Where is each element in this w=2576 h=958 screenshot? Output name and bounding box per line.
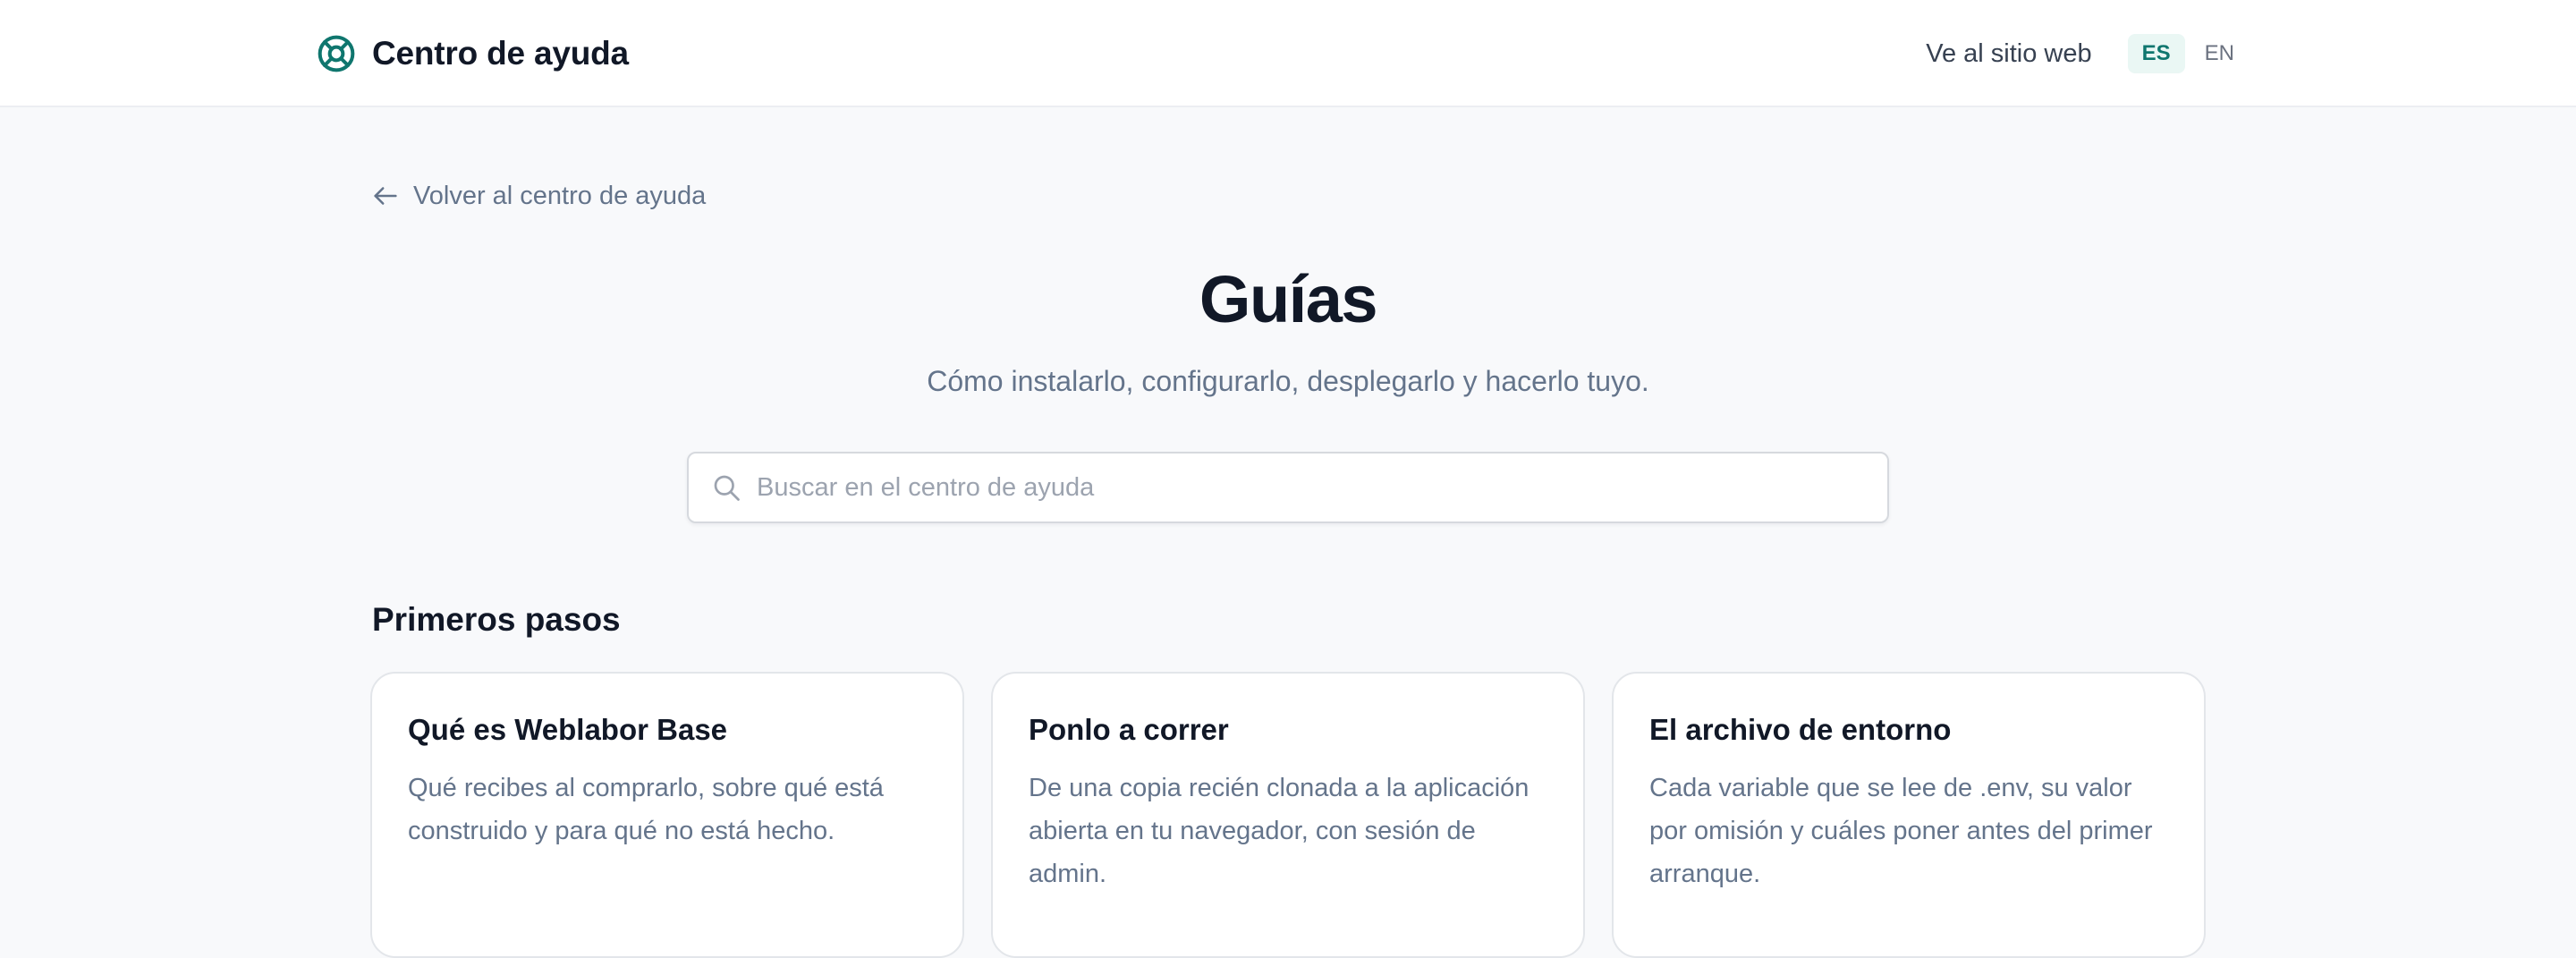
back-link-label: Volver al centro de ayuda (413, 181, 707, 210)
language-en-button[interactable]: EN (2190, 34, 2249, 73)
page-title: Guías (1199, 262, 1378, 336)
brand-title: Centro de ayuda (372, 35, 629, 72)
card-description: Qué recibes al comprarlo, sobre qué está… (408, 774, 884, 845)
search-icon (710, 471, 742, 504)
guide-card-env-file[interactable]: El archivo de entorno Cada variable que … (1612, 672, 2206, 958)
guide-card-get-running[interactable]: Ponlo a correr De una copia recién clona… (991, 672, 1585, 958)
guide-card-what-is[interactable]: Qué es Weblabor Base Qué recibes al comp… (370, 672, 964, 958)
search-box (687, 452, 1889, 523)
search-input[interactable] (757, 454, 1887, 521)
page-subtitle: Cómo instalarlo, configurarlo, desplegar… (927, 365, 1649, 397)
card-title: El archivo de entorno (1649, 713, 1952, 746)
top-header: Centro de ayuda Ve al sitio web ES EN (0, 0, 2576, 107)
card-description: Cada variable que se lee de .env, su val… (1649, 774, 2153, 888)
section-title: Primeros pasos (372, 601, 621, 638)
card-title: Qué es Weblabor Base (408, 713, 728, 746)
lifebuoy-icon (317, 34, 356, 73)
brand[interactable]: Centro de ayuda (317, 32, 629, 75)
card-description: De una copia recién clonada a la aplicac… (1029, 774, 1530, 888)
language-es-button[interactable]: ES (2127, 34, 2185, 73)
arrow-left-icon (370, 181, 401, 211)
header-nav: Ve al sitio web ES EN (1926, 34, 2249, 73)
guide-cards: Qué es Weblabor Base Qué recibes al comp… (370, 672, 2206, 958)
card-title: Ponlo a correr (1029, 713, 1229, 746)
website-link[interactable]: Ve al sitio web (1926, 39, 2091, 69)
back-to-help-center-link[interactable]: Volver al centro de ayuda (370, 181, 706, 211)
